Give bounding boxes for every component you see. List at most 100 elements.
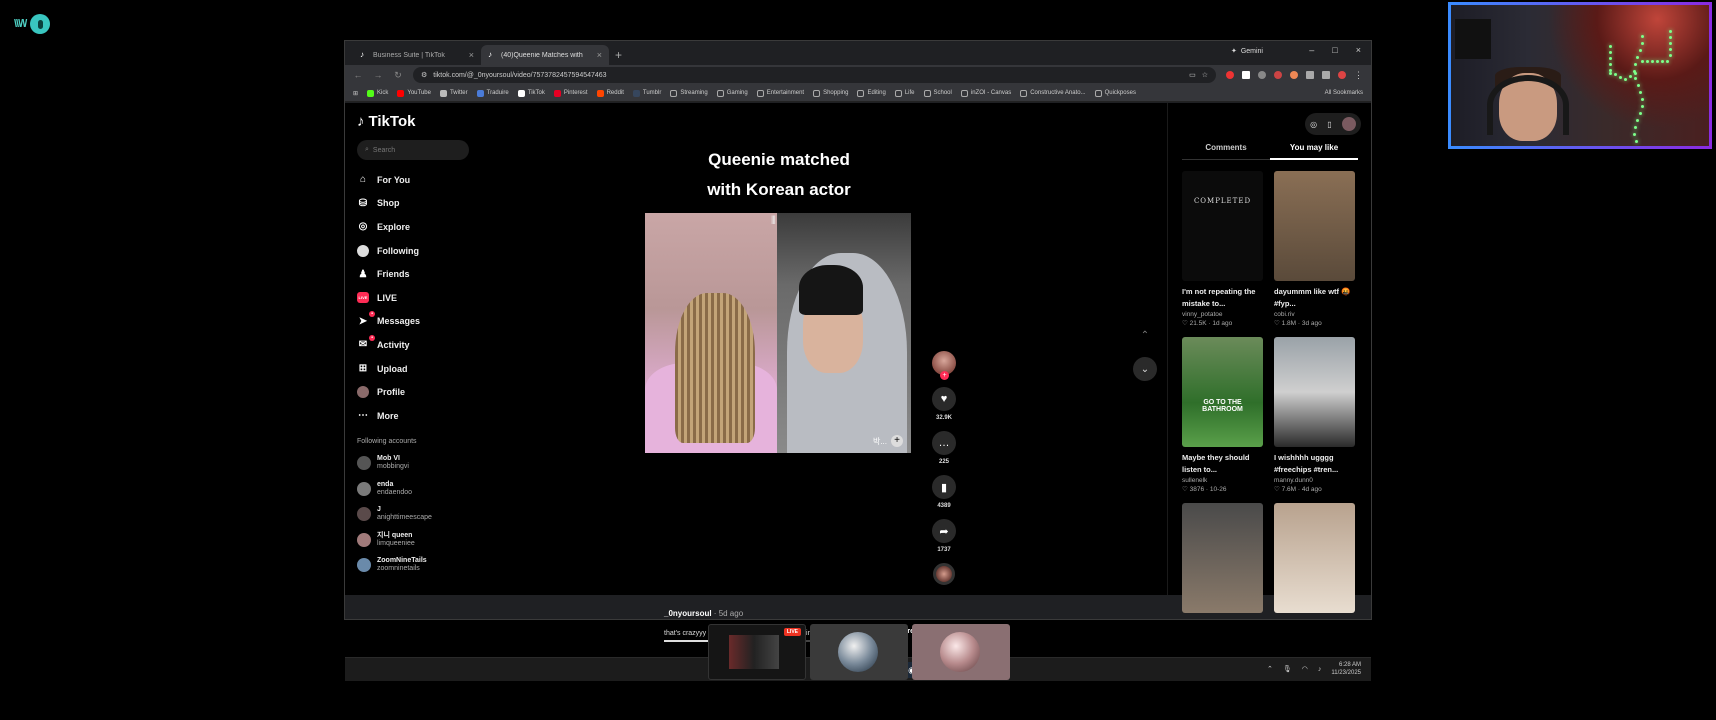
bookmark-item[interactable]: Kick [367, 89, 388, 97]
nav-item-more[interactable]: ⋯ More [357, 404, 465, 428]
nav-item-profile[interactable]: Profile [357, 380, 465, 404]
video-thumbnail[interactable] [1274, 337, 1355, 447]
following-account[interactable]: ZoomNineTails zoomninetails [357, 553, 465, 579]
share-action[interactable]: ➦ 1737 [932, 519, 956, 553]
share-icon[interactable]: ➦ [932, 519, 956, 543]
previous-video-icon[interactable]: ⌃ [1133, 323, 1157, 347]
address-bar[interactable]: ⚙ tiktok.com/@_0nyoursoul/video/75737824… [413, 67, 1216, 83]
nav-item-messages[interactable]: ➤ • Messages [357, 310, 465, 334]
scene-thumbnail[interactable] [810, 624, 908, 680]
bookmark-item[interactable]: TikTok [517, 89, 545, 97]
reload-icon[interactable]: ↻ [393, 70, 403, 81]
video-thumbnail[interactable] [1182, 503, 1263, 613]
tiktok-logo[interactable]: ♪ TikTok [357, 113, 465, 130]
following-account[interactable]: 지니 queen limqueeniee [357, 527, 465, 553]
apps-icon[interactable]: ⊞ [353, 90, 358, 97]
bookmark-item[interactable]: Shopping [813, 89, 848, 97]
video-author[interactable]: manny.dunn0 [1274, 477, 1355, 484]
nav-item-friends[interactable]: ♟ Friends [357, 262, 465, 286]
video-author[interactable]: vinny_potatoe [1182, 311, 1263, 318]
user-tag[interactable]: 박... + [873, 435, 903, 447]
comment-action[interactable]: … 225 [932, 431, 956, 465]
recommended-video-card[interactable]: GO TO THE BATHROOM Maybe they should list… [1182, 337, 1263, 493]
puzzle-icon[interactable] [1306, 71, 1314, 79]
creator-avatar[interactable]: + [932, 351, 956, 380]
bookmark-item[interactable]: Reddit [596, 89, 624, 97]
nav-item-live[interactable]: LIVE LIVE [357, 286, 465, 310]
compass-icon[interactable]: ◎ [1310, 120, 1317, 129]
bookmark-item[interactable]: Twitter [439, 89, 468, 97]
video-author[interactable]: sullenelk [1182, 477, 1263, 484]
forward-icon[interactable]: → [373, 70, 383, 80]
bookmark-item[interactable]: inZOI - Canvas [960, 89, 1011, 97]
extension-icon[interactable] [1258, 71, 1266, 79]
profile-avatar-icon[interactable] [1338, 71, 1346, 79]
nav-item-shop[interactable]: ⛁ Shop [357, 192, 465, 216]
recommended-video-card[interactable]: I wishhhh ugggg #freechips #tren... manny… [1274, 337, 1355, 493]
following-account[interactable]: Janighttimeescape [357, 502, 465, 528]
chevron-up-icon[interactable]: ⌃ [1267, 665, 1273, 673]
extension-icon[interactable] [1242, 71, 1250, 79]
all-bookmarks[interactable]: All Sookmarks [1325, 90, 1363, 96]
bookmark-item[interactable]: School [923, 89, 952, 97]
bookmark-item[interactable]: Gaming [716, 89, 748, 97]
new-tab-button[interactable]: + [615, 45, 622, 65]
phone-icon[interactable]: ▯ [1327, 120, 1331, 129]
tab-business-suite[interactable]: ♪ Business Suite | TikTok × [353, 45, 481, 65]
bookmark-item[interactable]: Quickposes [1094, 89, 1136, 97]
site-info-icon[interactable]: ⚙ [421, 71, 427, 79]
heart-icon[interactable]: ♥ [932, 387, 956, 411]
bookmark-item[interactable]: Life [894, 89, 915, 97]
bookmark-item[interactable]: Streaming [670, 89, 708, 97]
nav-item-following[interactable]: Following [357, 239, 465, 263]
tab-queenie-video[interactable]: ♪ (40)Queenie Matches with × [481, 45, 609, 65]
add-icon[interactable]: + [891, 435, 903, 447]
video-thumbnail[interactable] [1274, 171, 1355, 281]
video-title[interactable]: I'm not repeating the mistake to... [1182, 286, 1263, 310]
video-title[interactable]: I wishhhh ugggg #freechips #tren... [1274, 452, 1355, 476]
bookmark-item[interactable]: Entertainment [756, 89, 804, 97]
following-account[interactable]: Mob VI mobbingvi [357, 451, 465, 477]
back-icon[interactable]: ← [353, 70, 363, 80]
video-author[interactable]: _0nyoursoul · 5d ago [664, 609, 914, 618]
search-input[interactable]: ⌕ Search [357, 140, 469, 160]
close-window-icon[interactable]: × [1356, 45, 1361, 55]
bookmark-item[interactable]: Traduire [476, 89, 509, 97]
extension-icon[interactable] [1274, 71, 1282, 79]
extension-icon[interactable] [1290, 71, 1298, 79]
bookmark-item[interactable]: Pinterest [553, 89, 588, 97]
sidebar-icon[interactable] [1322, 71, 1330, 79]
mic-icon[interactable]: 🎙 [1283, 665, 1292, 673]
nav-item-explore[interactable]: ◎ Explore [357, 215, 465, 239]
save-action[interactable]: ▮ 4389 [932, 475, 956, 509]
wifi-icon[interactable]: ◠ [1302, 665, 1308, 673]
tab-you-may-like[interactable]: You may like [1270, 143, 1358, 160]
extension-icon[interactable] [1226, 71, 1234, 79]
recommended-video-card[interactable]: COMPLETED I'm not repeating the mistake t… [1182, 171, 1263, 327]
music-disc-icon[interactable] [933, 563, 955, 585]
video-player[interactable]: Queenie matched with Korean actor 박... +… [645, 145, 911, 453]
volume-icon[interactable]: ♪ [1318, 666, 1322, 673]
minimize-icon[interactable]: – [1309, 45, 1314, 55]
follow-plus-icon[interactable]: + [940, 371, 949, 380]
video-thumbnail[interactable]: COMPLETED [1182, 171, 1263, 281]
video-thumbnail[interactable]: GO TO THE BATHROOM [1182, 337, 1263, 447]
bookmark-item[interactable]: Editing [857, 89, 886, 97]
video-title[interactable]: Maybe they should listen to... [1182, 452, 1263, 476]
bookmark-item[interactable]: YouTube [397, 89, 431, 97]
scene-thumbnail[interactable] [912, 624, 1010, 680]
video-title[interactable]: dayummm like wtf 🤬 #fyp... [1274, 286, 1355, 310]
recommended-video-card[interactable] [1274, 503, 1355, 613]
nav-item-for-you[interactable]: ⌂ For You [357, 168, 465, 192]
maximize-icon[interactable]: □ [1332, 45, 1337, 55]
recommended-video-card[interactable] [1182, 503, 1263, 613]
clock[interactable]: 6:28 AM 11/23/2025 [1331, 661, 1361, 677]
gemini-button[interactable]: ✦ Gemini [1231, 47, 1263, 56]
video-frame[interactable]: 박... + ⦀ [645, 213, 911, 453]
close-tab-icon[interactable]: × [597, 50, 602, 60]
recommended-video-card[interactable]: dayummm like wtf 🤬 #fyp... cobi.riv ♡ 1.8M… [1274, 171, 1355, 327]
nav-item-activity[interactable]: ✉ • Activity [357, 333, 465, 357]
like-action[interactable]: ♥ 32.9K [932, 387, 956, 421]
next-video-icon[interactable]: ⌄ [1133, 357, 1157, 381]
bookmark-star-icon[interactable]: ☆ [1202, 71, 1208, 79]
